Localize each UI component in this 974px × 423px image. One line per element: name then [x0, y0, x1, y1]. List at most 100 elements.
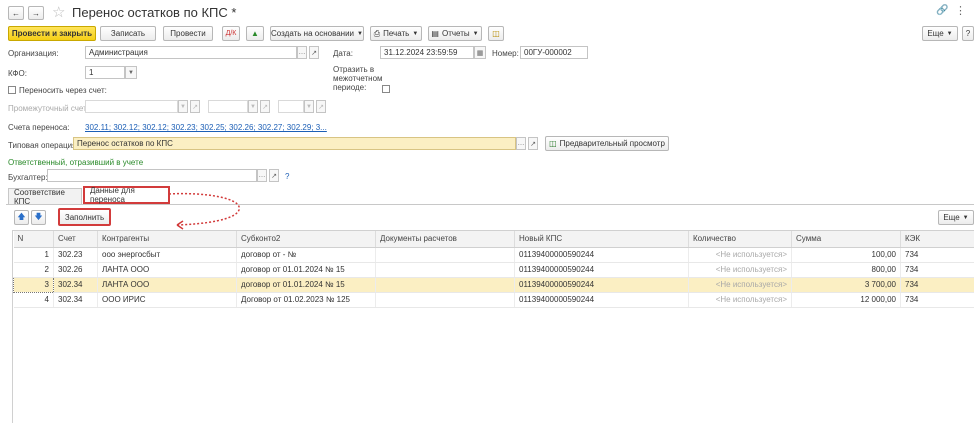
- star-icon[interactable]: ☆: [52, 3, 65, 21]
- post-button[interactable]: Провести: [163, 26, 213, 41]
- kfo-dropdown-button[interactable]: ▼: [125, 66, 137, 79]
- cell-counterparty: ЛАНТА ООО: [97, 262, 237, 278]
- kfo-field[interactable]: 1: [85, 66, 125, 79]
- org-select-button[interactable]: …: [297, 46, 307, 59]
- calendar-button[interactable]: ▦: [474, 46, 486, 59]
- transfer-via-label: Переносить через счет:: [19, 86, 107, 95]
- table-row[interactable]: 1 302.23 ооо энергосбыт договор от - № 0…: [13, 247, 974, 263]
- col-header-counterparty[interactable]: Контрагенты: [97, 231, 237, 248]
- attachment-button[interactable]: ◫: [488, 26, 504, 41]
- cell-sum: 12 000,00: [791, 292, 901, 308]
- cell-documents: [375, 277, 515, 293]
- back-button[interactable]: ←: [8, 6, 24, 20]
- cell-kek: 734: [900, 247, 974, 263]
- cell-counterparty: ООО ИРИС: [97, 292, 237, 308]
- col-header-account[interactable]: Счет: [53, 231, 98, 248]
- interperiod-label: Отразить в межотчетном периоде:: [333, 65, 383, 92]
- more-button[interactable]: Еще ▼: [922, 26, 958, 41]
- org-field[interactable]: Администрация: [85, 46, 297, 59]
- post-close-button[interactable]: Провести и закрыть: [8, 26, 96, 41]
- report-icon: ▤: [431, 29, 439, 38]
- move-up-button[interactable]: 🡅: [14, 210, 29, 225]
- link-icon[interactable]: 🔗: [936, 5, 948, 16]
- cell-quantity: <Не используется>: [688, 277, 792, 293]
- reports-button[interactable]: ▤ Отчеты ▼: [428, 26, 482, 41]
- responsible-title: Ответственный, отразивший в учете: [8, 158, 144, 167]
- col-header-sum[interactable]: Сумма: [791, 231, 901, 248]
- cell-subconto2: Договор от 01.02.2023 № 125: [236, 292, 376, 308]
- accountant-open-button[interactable]: ↗: [269, 169, 279, 182]
- cell-counterparty: ооо энергосбыт: [97, 247, 237, 263]
- accountant-select-button[interactable]: …: [257, 169, 267, 182]
- typical-open-button[interactable]: ↗: [528, 137, 538, 150]
- table-row[interactable]: 4 302.34 ООО ИРИС Договор от 01.02.2023 …: [13, 292, 974, 308]
- move-down-button[interactable]: 🡇: [31, 210, 46, 225]
- forward-button[interactable]: →: [28, 6, 44, 20]
- page-title: Перенос остатков по КПС *: [72, 5, 237, 20]
- cell-kek: 734: [900, 262, 974, 278]
- kfo-label: КФО:: [8, 69, 27, 78]
- arrow-right-icon: →: [32, 8, 40, 18]
- dropdown-arrow-icon: ▼: [357, 30, 363, 37]
- col-header-new-kps[interactable]: Новый КПС: [514, 231, 689, 248]
- cell-n: 3: [13, 276, 54, 293]
- arrow-left-icon: ←: [12, 8, 20, 18]
- create-based-button[interactable]: Создать на основании ▼: [270, 26, 364, 41]
- col-header-subconto2[interactable]: Субконто2: [236, 231, 376, 248]
- col-header-documents[interactable]: Документы расчетов: [375, 231, 515, 248]
- dropdown-arrow-icon: ▼: [962, 214, 969, 221]
- intermediate-dropdown-button: ▼: [178, 100, 188, 113]
- cell-new-kps: 01139400000590244: [514, 262, 689, 278]
- cell-quantity: <Не используется>: [688, 262, 792, 278]
- col-header-n[interactable]: N: [13, 231, 54, 248]
- org-label: Организация:: [8, 49, 59, 58]
- typical-field[interactable]: Перенос остатков по КПС: [73, 137, 516, 150]
- typical-label: Типовая операция:: [8, 141, 79, 150]
- subconto2-field: [278, 100, 304, 113]
- table-more-button[interactable]: Еще ▼: [938, 210, 974, 225]
- col-header-quantity[interactable]: Количество: [688, 231, 792, 248]
- date-field[interactable]: 31.12.2024 23:59:59: [380, 46, 474, 59]
- structure-icon: ▲: [251, 29, 259, 38]
- chevron-down-icon: ▼: [250, 103, 256, 110]
- menu-dots-icon[interactable]: ⋮: [955, 4, 966, 17]
- tab-data[interactable]: Данные для переноса: [83, 186, 170, 204]
- printer-icon: ⎙: [373, 28, 381, 38]
- cell-new-kps: 01139400000590244: [514, 247, 689, 263]
- preview-icon: ◫: [549, 139, 557, 148]
- accountant-field[interactable]: [47, 169, 257, 182]
- interperiod-checkbox[interactable]: [382, 85, 390, 93]
- table-row[interactable]: 2 302.26 ЛАНТА ООО договор от 01.01.2024…: [13, 262, 974, 278]
- struct-button[interactable]: ▲: [246, 26, 264, 41]
- typical-select-button[interactable]: …: [516, 137, 526, 150]
- cell-kek: 734: [900, 292, 974, 308]
- document-clip-icon: ◫: [492, 29, 500, 38]
- cell-quantity: <Не используется>: [688, 292, 792, 308]
- subconto1-dropdown-button: ▼: [248, 100, 258, 113]
- dropdown-arrow-icon: ▼: [946, 30, 953, 37]
- cell-sum: 100,00: [791, 247, 901, 263]
- dt-kt-button[interactable]: Д/К: [222, 26, 240, 41]
- cell-documents: [375, 292, 515, 308]
- annotation-arrow: [168, 192, 240, 230]
- tab-kps[interactable]: Соответствие КПС: [8, 188, 82, 206]
- chevron-down-icon: ▼: [306, 103, 312, 110]
- number-field[interactable]: 00ГУ-000002: [520, 46, 588, 59]
- data-table: N Счет Контрагенты Субконто2 Документы р…: [13, 231, 974, 308]
- save-button[interactable]: Записать: [100, 26, 156, 41]
- chevron-down-icon: ▼: [128, 69, 134, 76]
- transfer-via-checkbox[interactable]: [8, 86, 16, 94]
- col-header-kek[interactable]: КЭК: [900, 231, 974, 248]
- print-button[interactable]: ⎙ Печать ▼: [370, 26, 422, 41]
- preview-button[interactable]: ◫ Предварительный просмотр: [545, 136, 669, 151]
- help-button[interactable]: ?: [962, 26, 974, 41]
- accounts-link[interactable]: 302.11; 302.12; 302.12; 302.23; 302.25; …: [85, 123, 327, 132]
- accountant-label: Бухгалтер:: [8, 173, 48, 182]
- arrow-down-icon: 🡇: [34, 211, 43, 221]
- arrow-up-icon: 🡅: [17, 211, 26, 221]
- org-open-button[interactable]: ↗: [309, 46, 319, 59]
- help-link[interactable]: ?: [285, 172, 289, 181]
- table-row-selected[interactable]: 3 302.34 ЛАНТА ООО договор от 01.01.2024…: [13, 276, 974, 293]
- cell-n: 2: [13, 262, 54, 278]
- fill-button[interactable]: Заполнить: [58, 208, 111, 226]
